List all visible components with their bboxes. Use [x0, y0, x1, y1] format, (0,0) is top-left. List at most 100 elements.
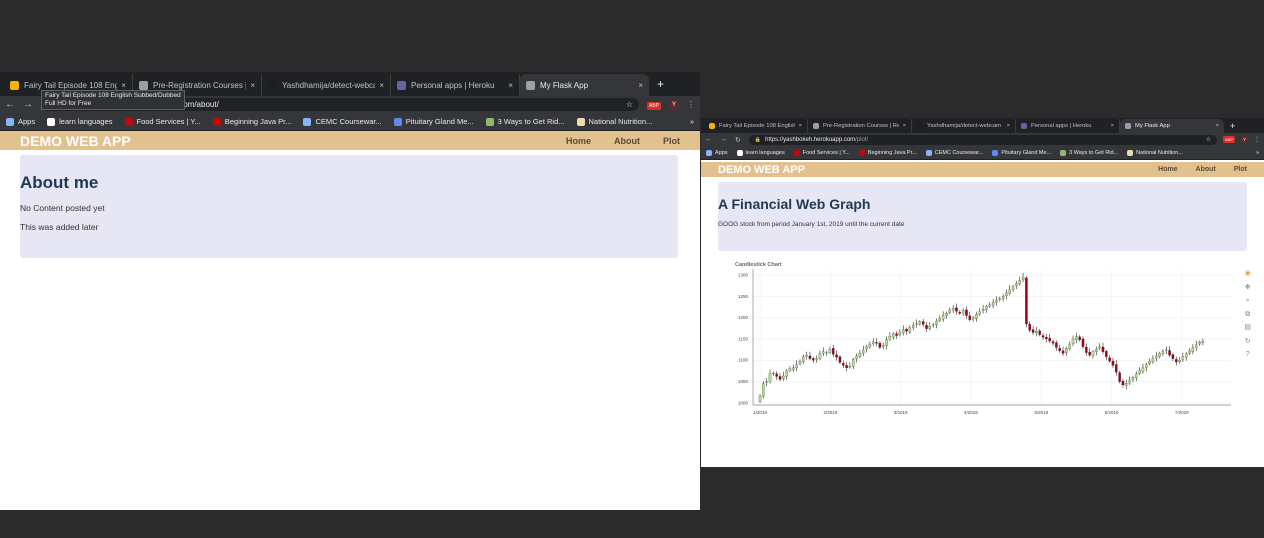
address-bar[interactable]: 🔒 https://yashbokeh.herokuapp.com/plot/ …	[748, 134, 1217, 145]
candle-body	[921, 321, 925, 325]
tab-close-icon[interactable]: ×	[638, 81, 643, 90]
bookmark-item[interactable]: Food Services | Y...	[793, 149, 850, 156]
wheel-zoom-icon[interactable]: ⌕	[1246, 294, 1250, 308]
new-tab-button[interactable]: +	[1224, 121, 1241, 131]
bookmark-item[interactable]: Beginning Java Pr...	[858, 149, 917, 156]
bookmark-item[interactable]: CEMC Coursewar...	[925, 149, 983, 156]
bookmark-item[interactable]: Food Services | Y...	[124, 117, 201, 126]
app-navbar: DEMO WEB APP Home About Plot	[0, 131, 700, 150]
tab-close-icon[interactable]: ×	[1007, 123, 1010, 129]
candle-body	[795, 364, 798, 369]
candle-body	[858, 353, 862, 357]
candle-body	[978, 311, 981, 315]
bookmark-item[interactable]: 3 Ways to Get Rid...	[1060, 149, 1118, 156]
menu-dots-icon[interactable]: ⋮	[687, 100, 695, 109]
nav-home-link[interactable]: Home	[566, 136, 591, 146]
help-icon[interactable]: ?	[1246, 348, 1250, 362]
candle-body	[971, 317, 975, 320]
profile-avatar[interactable]: Y	[669, 99, 679, 110]
browser-tab[interactable]: Yashdhamija/detect-webcam ×	[262, 74, 391, 96]
candle-body	[882, 345, 885, 347]
browser-tab[interactable]: Pre-Registration Courses | Re ×	[808, 119, 912, 133]
bookmark-label: Food Services | Y...	[802, 149, 850, 156]
nav-plot-link[interactable]: Plot	[1234, 166, 1247, 173]
candle-body	[1018, 280, 1021, 285]
bookmark-label: learn languages	[745, 149, 785, 156]
candle-body	[1201, 340, 1205, 343]
bookmarks-overflow-icon[interactable]: »	[690, 117, 694, 126]
nav-plot-link[interactable]: Plot	[663, 136, 680, 146]
tab-favicon-icon	[526, 80, 535, 90]
browser-tab[interactable]: My Flask App ×	[1120, 119, 1224, 133]
bookmark-star-icon[interactable]: ☆	[1206, 136, 1211, 143]
reset-icon[interactable]: ↻	[1245, 335, 1251, 349]
tab-close-icon[interactable]: ×	[250, 81, 255, 90]
box-zoom-icon[interactable]: ⧉	[1245, 308, 1250, 322]
forward-arrow-icon[interactable]: →	[720, 136, 727, 143]
bookmark-item[interactable]: Pituitary Gland Me...	[393, 117, 474, 126]
save-icon[interactable]: ▤	[1244, 321, 1251, 335]
browser-tab[interactable]: Personal apps | Heroku ×	[391, 74, 520, 96]
browser-tab[interactable]: Fairy Tail Episode 108 English ×	[704, 119, 808, 133]
bookmark-item[interactable]: Apps	[6, 117, 35, 126]
candle-body	[1185, 353, 1188, 358]
candle-body	[762, 383, 765, 397]
candle-body	[965, 309, 968, 316]
browser-tab[interactable]: Yashdhamija/detect-webcam ×	[912, 119, 1016, 133]
adblock-extension-icon[interactable]: ABP	[646, 100, 661, 110]
bookmark-icon	[736, 149, 743, 156]
tab-close-icon[interactable]: ×	[379, 81, 384, 90]
back-arrow-icon[interactable]: ←	[705, 136, 712, 143]
candle-body	[1015, 283, 1018, 286]
bookmark-item[interactable]: National Nutrition...	[576, 117, 652, 126]
bookmarks-overflow-icon[interactable]: »	[1256, 150, 1259, 156]
nav-home-link[interactable]: Home	[1158, 166, 1177, 173]
tab-close-icon[interactable]: ×	[508, 81, 513, 90]
bookmark-star-icon[interactable]: ☆	[626, 100, 633, 109]
candle-body	[765, 381, 768, 383]
candlestick-chart[interactable]: Candlestick Chart 1000 1050 1100 1150 1200 125…	[715, 257, 1251, 417]
new-tab-button[interactable]: +	[649, 77, 672, 91]
candle-body	[968, 315, 972, 320]
candle-body	[1165, 349, 1168, 351]
tab-close-icon[interactable]: ×	[799, 123, 802, 129]
candle-body	[898, 332, 902, 335]
nav-about-link[interactable]: About	[1196, 166, 1216, 173]
bookmark-item[interactable]: Apps	[706, 149, 728, 156]
y-tick-label: 1150	[738, 336, 748, 341]
candle-body	[1078, 336, 1081, 340]
tab-strip: Fairy Tail Episode 108 English×Pre-Regis…	[701, 118, 1264, 133]
profile-avatar[interactable]: Y	[1241, 136, 1248, 143]
bookmark-icon	[925, 149, 932, 156]
app-brand[interactable]: DEMO WEB APP	[718, 164, 805, 176]
back-arrow-icon[interactable]: ←	[5, 99, 15, 110]
app-brand[interactable]: DEMO WEB APP	[20, 133, 131, 149]
bookmark-item[interactable]: learn languages	[736, 149, 785, 156]
pan-icon[interactable]: ✥	[1245, 281, 1251, 295]
app-nav-links: Home About Plot	[543, 136, 680, 146]
bookmark-item[interactable]: CEMC Coursewar...	[303, 117, 382, 126]
bookmark-item[interactable]: Pituitary Gland Me...	[992, 149, 1051, 156]
reload-icon[interactable]: ↻	[735, 136, 741, 144]
tab-close-icon[interactable]: ×	[121, 81, 126, 90]
candle-body	[1135, 373, 1138, 378]
browser-tab[interactable]: Personal apps | Heroku ×	[1016, 119, 1120, 133]
adblock-extension-icon[interactable]: ABP	[1222, 135, 1235, 143]
tab-title: Fairy Tail Episode 108 English	[719, 123, 795, 129]
bookmark-item[interactable]: 3 Ways to Get Rid...	[485, 117, 565, 126]
forward-arrow-icon[interactable]: →	[23, 99, 33, 110]
tab-close-icon[interactable]: ×	[1111, 123, 1114, 129]
candle-body	[1001, 296, 1005, 299]
tab-close-icon[interactable]: ×	[903, 123, 906, 129]
bookmark-item[interactable]: National Nutrition...	[1127, 149, 1183, 156]
bokeh-logo-icon[interactable]: ◉	[1245, 267, 1251, 281]
bookmark-item[interactable]: learn languages	[47, 117, 113, 126]
bookmark-item[interactable]: Beginning Java Pr...	[212, 117, 291, 126]
y-tick-label: 1200	[738, 315, 749, 320]
menu-dots-icon[interactable]: ⋮	[1254, 136, 1260, 143]
chart-canvas[interactable]: Candlestick Chart 1000 1050 1100 1150 1200 125…	[715, 257, 1235, 417]
tab-close-icon[interactable]: ×	[1216, 123, 1219, 129]
nav-about-link[interactable]: About	[614, 136, 640, 146]
browser-tab[interactable]: My Flask App ×	[520, 74, 649, 96]
candle-body	[892, 333, 895, 338]
